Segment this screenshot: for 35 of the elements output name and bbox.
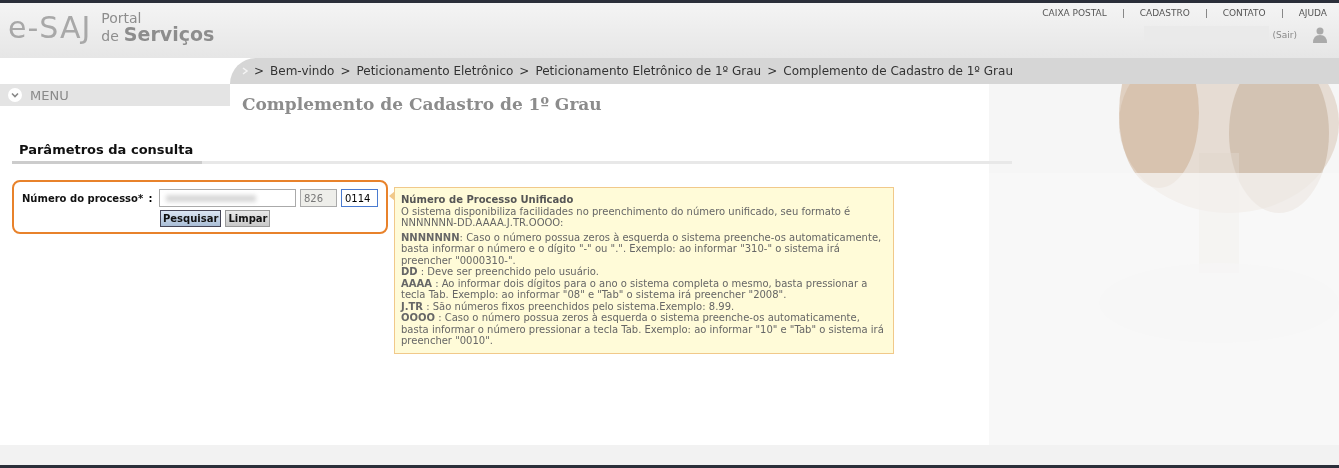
breadcrumb-link[interactable]: Peticionamento Eletrônico [356,64,514,78]
logo-mark: e-SAJ [8,11,92,45]
logo-text: Serviços [123,23,215,45]
breadcrumb-separator: > [519,64,530,78]
nav-link[interactable]: CADASTRO [1139,8,1190,18]
nav-link[interactable]: CAIXA POSTAL [1042,8,1107,18]
nav-link[interactable]: CONTATO [1222,8,1266,18]
logo-text: de [101,28,119,44]
breadcrumb-link[interactable]: Bem-vindo [270,64,335,78]
tooltip-text: OOOO : Caso o número possua zeros à esquerda o sistema preenche-os automaticamente, basta informar o número pressionar a tecla Tab. Exemplo: ao informar "10" e "Tab" o sistema irá preencher "0010". [401,312,885,347]
search-button[interactable]: Pesquisar [160,210,222,227]
user-icon [1313,27,1327,43]
tooltip-text: J.TR : São números fixos preenchidos pelo sistema.Exemplo: 8.99. [401,300,736,312]
logo-text: Portal [101,11,143,25]
court-code-field[interactable]: 826 [300,189,337,207]
section-title: Parâmetros da consulta [19,142,195,157]
breadcrumb-separator: > [767,64,778,78]
chevron-icon [8,88,22,102]
breadcrumb-link[interactable]: Complemento de Cadastro de 1º Grau [783,64,1013,78]
tooltip-text: DD : Deve ser preenchido pelo usuário. [401,266,600,278]
label-colon: : [148,192,153,204]
breadcrumb-separator: > [340,64,351,78]
breadcrumb-link[interactable]: Peticionamento Eletrônico de 1º Grau [535,64,762,78]
tooltip-text: AAAA : Ao informar dois dígitos para o ano o sistema completa o mesmo, basta pressionar a tecla Tab. Exemplo: ao informar "08" e "Tab" o sistema irá preencher "2008". [401,277,869,301]
tooltip-text: O sistema disponibiliza facilidades no preenchimento do número unificado, seu formato é NNNNNNN-DD.AAAA.J.TR.OOOO: [401,205,852,229]
breadcrumb-separator: > [254,64,265,78]
process-number-field[interactable] [158,189,296,207]
nav-link[interactable]: AJUDA [1298,8,1327,18]
page-title: Complemento de Cadastro de 1º Grau [242,94,602,116]
origin-code-field[interactable]: 0114 [341,189,378,207]
clear-button[interactable]: Limpar [225,210,271,227]
tooltip-title: Número de Processo Unificado [401,194,575,206]
field-label: Número do processo* [22,192,145,204]
tooltip-text: NNNNNNN: Caso o número possua zeros à esquerda o sistema preenche-os automaticamente, basta informar o número e o dígito "-" ou ".". Exemplo: ao informar "310-" o sistema irá preencher "0000310-". [401,231,883,266]
chevron-icon [242,67,248,75]
